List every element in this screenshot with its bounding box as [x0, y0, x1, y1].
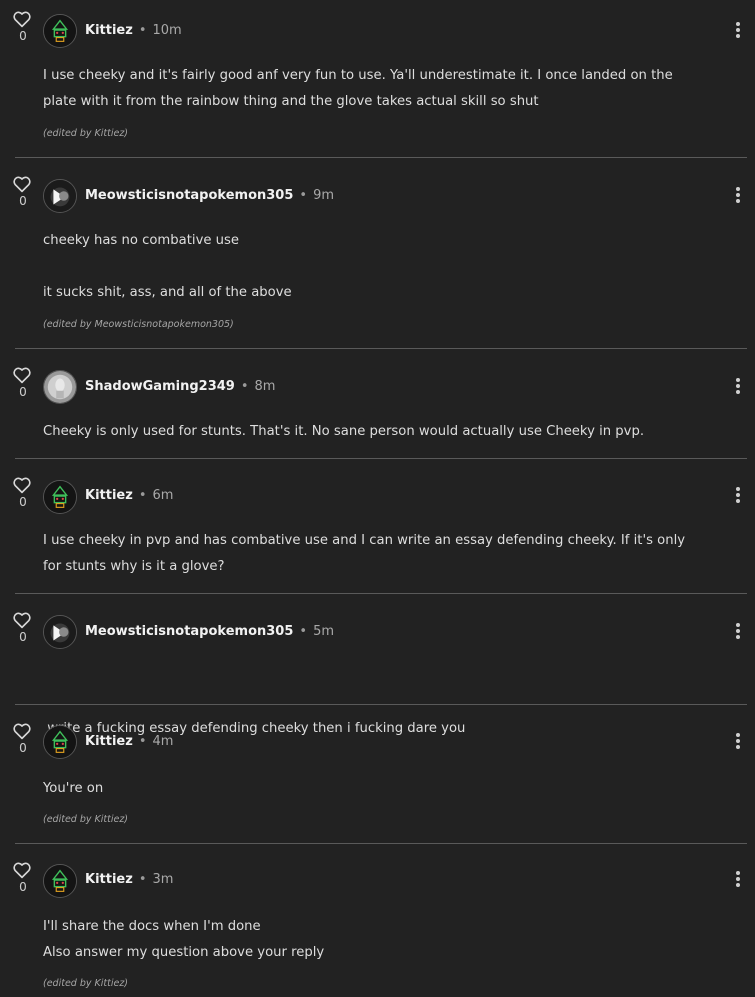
heart-icon[interactable]	[12, 175, 32, 193]
vote-count: 0	[19, 880, 27, 894]
separator-dot: •	[138, 872, 147, 887]
comment-body: Cheeky is only used for stunts. That's i…	[43, 419, 723, 445]
vote-count: 0	[19, 741, 27, 755]
separator-dot: •	[138, 734, 147, 749]
timestamp: 8m	[254, 379, 276, 394]
separator-dot: •	[138, 488, 147, 503]
separator-dot: •	[240, 379, 249, 394]
timestamp: 9m	[313, 188, 335, 203]
comment-text-line: You're on	[43, 781, 104, 796]
username[interactable]: Meowsticisnotapokemon305	[85, 624, 293, 639]
avatar[interactable]	[43, 14, 77, 48]
comment-header: Kittiez • 6m	[85, 488, 173, 503]
comment-text-line: I use cheeky in pvp and has combative us…	[43, 533, 686, 548]
comment-body: I use cheeky in pvp and has combative us…	[43, 528, 723, 580]
comment-header: Kittiez • 3m	[85, 872, 173, 887]
comment: 0 Kittiez • 3m I'll share the docs when I'…	[0, 844, 755, 997]
comment-header: Kittiez • 10m	[85, 23, 182, 38]
comment: 0 Kittiez • 10m I use cheeky and it's fair…	[0, 0, 755, 158]
separator-dot: •	[299, 624, 308, 639]
comment-header: ShadowGaming2349 • 8m	[85, 379, 275, 394]
more-options-icon[interactable]	[733, 20, 743, 40]
vote-count: 0	[19, 194, 27, 208]
vote-area: 0	[12, 366, 34, 399]
comment-text-line: plate with it from the rainbow thing and…	[43, 94, 539, 109]
avatar[interactable]	[43, 179, 77, 213]
edited-note: (edited by Meowsticisnotapokemon305)	[43, 319, 234, 330]
comment-text-line: it sucks shit, ass, and all of the above	[43, 285, 292, 300]
avatar[interactable]	[43, 480, 77, 514]
comment-text-line: I use cheeky and it's fairly good anf ve…	[43, 68, 673, 83]
comment: 0 Kittiez • 4m You're on (edited by Kittie…	[0, 705, 755, 844]
comment-body: You're on	[43, 776, 723, 802]
more-options-icon[interactable]	[733, 621, 743, 641]
more-options-icon[interactable]	[733, 376, 743, 396]
comment-header: Meowsticisnotapokemon305 • 9m	[85, 188, 334, 203]
timestamp: 4m	[152, 734, 174, 749]
username[interactable]: Kittiez	[85, 488, 133, 503]
comment-feed: 0 Kittiez • 10m I use cheeky and it's fair…	[0, 0, 755, 997]
more-options-icon[interactable]	[733, 185, 743, 205]
vote-area: 0	[12, 175, 34, 208]
comment: 0 Kittiez • 6m I use cheeky in pvp and has…	[0, 459, 755, 594]
edited-note: (edited by Kittiez)	[43, 128, 129, 139]
vote-count: 0	[19, 385, 27, 399]
vote-count: 0	[19, 630, 27, 644]
vote-count: 0	[19, 29, 27, 43]
username[interactable]: Kittiez	[85, 734, 133, 749]
edited-note: (edited by Kittiez)	[43, 978, 129, 989]
timestamp: 10m	[152, 23, 182, 38]
timestamp: 6m	[152, 488, 174, 503]
vote-area: 0	[12, 476, 34, 509]
vote-area: 0	[12, 10, 34, 43]
more-options-icon[interactable]	[733, 485, 743, 505]
comment-text-line: for stunts why is it a glove?	[43, 559, 225, 574]
more-options-icon[interactable]	[733, 869, 743, 889]
comment-body: cheeky has no combative use it sucks shi…	[43, 228, 723, 306]
comment-header: Kittiez • 4m	[85, 734, 173, 749]
comment-text-line: Also answer my question above your reply	[43, 945, 325, 960]
heart-icon[interactable]	[12, 10, 32, 28]
heart-icon[interactable]	[12, 861, 32, 879]
more-options-icon[interactable]	[733, 731, 743, 751]
comment: 0 Meowsticisnotapokemon305 • 9m cheeky has…	[0, 158, 755, 349]
username[interactable]: ShadowGaming2349	[85, 379, 235, 394]
edited-note: (edited by Kittiez)	[43, 814, 129, 825]
vote-count: 0	[19, 495, 27, 509]
avatar[interactable]	[43, 864, 77, 898]
vote-area: 0	[12, 611, 34, 644]
comment-text-line: Cheeky is only used for stunts. That's i…	[43, 424, 645, 439]
vote-area: 0	[12, 861, 34, 894]
avatar[interactable]	[43, 725, 77, 759]
vote-area: 0	[12, 722, 34, 755]
comment-body: I'll share the docs when I'm done Also a…	[43, 914, 723, 966]
comment-text-line: I'll share the docs when I'm done	[43, 919, 261, 934]
comment-text-line: cheeky has no combative use	[43, 233, 240, 248]
timestamp: 3m	[152, 872, 174, 887]
username[interactable]: Kittiez	[85, 872, 133, 887]
username[interactable]: Meowsticisnotapokemon305	[85, 188, 293, 203]
heart-icon[interactable]	[12, 611, 32, 629]
heart-icon[interactable]	[12, 366, 32, 384]
comment-header: Meowsticisnotapokemon305 • 5m	[85, 624, 334, 639]
heart-icon[interactable]	[12, 476, 32, 494]
comment: 0 ShadowGaming2349 • 8m Cheeky is only use…	[0, 349, 755, 459]
comment: 0 Meowsticisnotapokemon305 • 5m write a fu…	[0, 594, 755, 736]
avatar[interactable]	[43, 370, 77, 404]
username[interactable]: Kittiez	[85, 23, 133, 38]
separator-dot: •	[299, 188, 308, 203]
separator-dot: •	[138, 23, 147, 38]
comment-body: I use cheeky and it's fairly good anf ve…	[43, 63, 723, 115]
timestamp: 5m	[313, 624, 335, 639]
heart-icon[interactable]	[12, 722, 32, 740]
avatar[interactable]	[43, 615, 77, 649]
